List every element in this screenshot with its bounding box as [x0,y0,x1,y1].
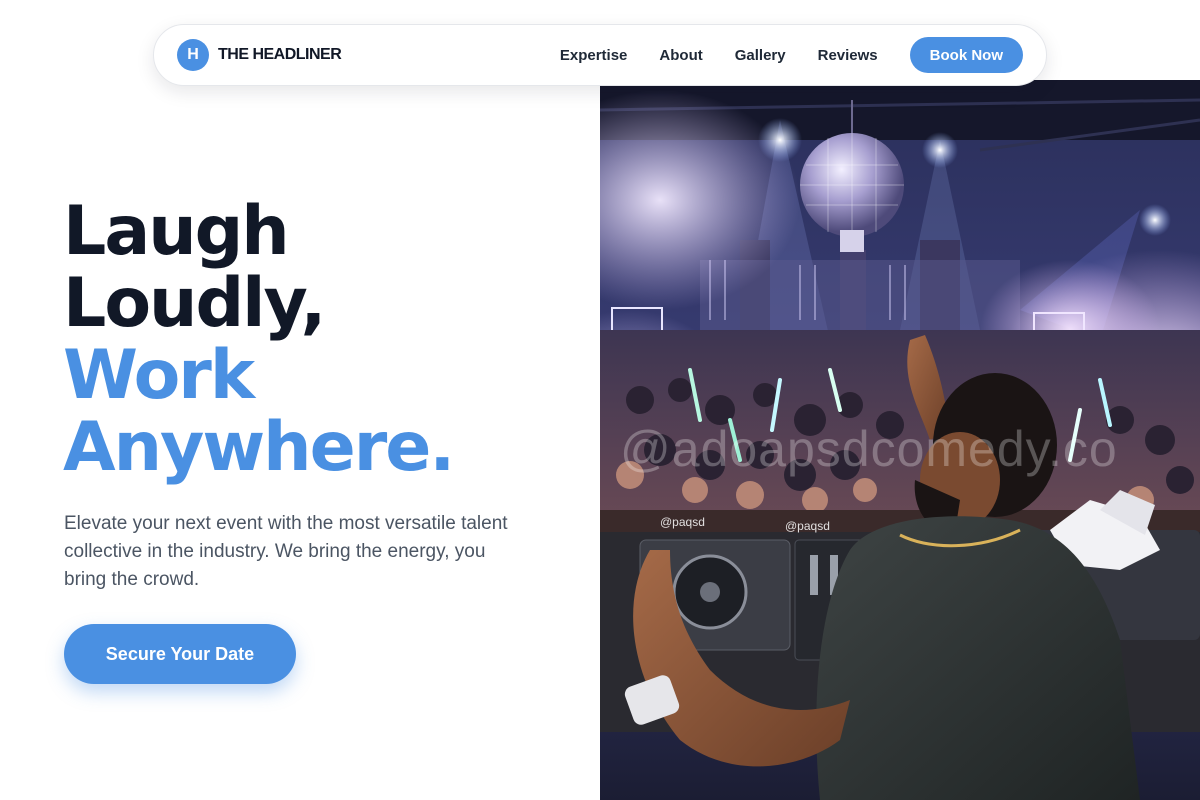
nav-link-expertise[interactable]: Expertise [560,47,628,64]
svg-text:@paqsd: @paqsd [785,519,830,533]
nav-links: Expertise About Gallery Reviews Book Now [560,37,1023,73]
headline-line-4: Anywhere. [63,408,455,487]
nav-link-gallery[interactable]: Gallery [735,47,786,64]
headline-line-3: Work [63,336,255,415]
navbar: H THE HEADLINER Expertise About Gallery … [153,24,1047,86]
hero-subtitle: Elevate your next event with the most ve… [64,513,508,590]
hero-image-dj-club: @paqsd @paqsd @adoapsdcomedy.co [600,80,1200,800]
svg-text:@paqsd: @paqsd [660,515,705,529]
nav-link-reviews[interactable]: Reviews [818,47,878,64]
brand-name: THE HEADLINER [218,46,342,63]
image-watermark: @adoapsdcomedy.co [620,421,1118,477]
headline-line-2: Loudly, [63,264,326,343]
hero-headline: Laugh Loudly, Work Anywhere. [63,192,455,487]
logo-icon: H [177,39,209,71]
secure-your-date-button[interactable]: Secure Your Date [64,624,296,684]
headline-line-1: Laugh [63,192,290,271]
book-now-button[interactable]: Book Now [909,37,1023,73]
brand-logo[interactable]: H THE HEADLINER [177,39,342,71]
nav-link-about[interactable]: About [659,47,702,64]
